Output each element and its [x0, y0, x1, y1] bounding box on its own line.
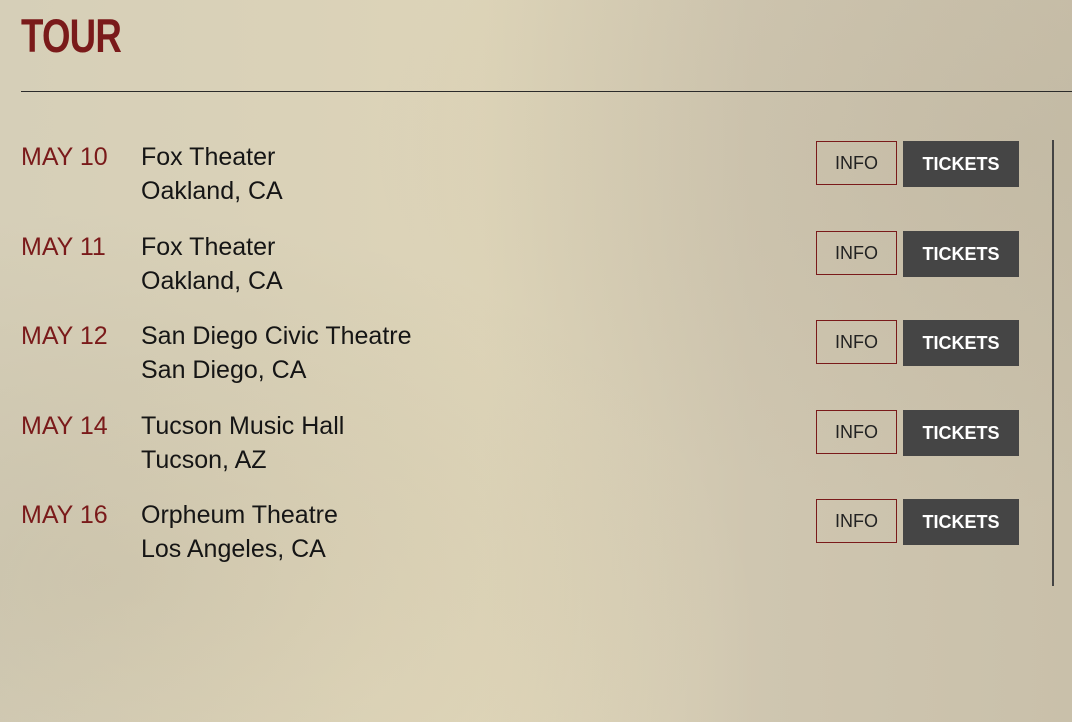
info-button[interactable]: INFO [816, 141, 897, 185]
tour-event: MAY 16 Orpheum Theatre Los Angeles, CA I… [0, 499, 1040, 591]
event-date: MAY 14 [21, 412, 108, 440]
event-date: MAY 16 [21, 501, 108, 529]
event-date: MAY 10 [21, 143, 108, 171]
title-divider [21, 91, 1072, 92]
event-date: MAY 11 [21, 233, 106, 261]
event-venue: Tucson Music Hall [141, 412, 345, 440]
tickets-button[interactable]: TICKETS [903, 410, 1019, 456]
tour-event: MAY 10 Fox Theater Oakland, CA INFO TICK… [0, 141, 1040, 233]
tickets-button[interactable]: TICKETS [903, 231, 1019, 277]
tickets-button[interactable]: TICKETS [903, 499, 1019, 545]
info-button[interactable]: INFO [816, 231, 897, 275]
info-button[interactable]: INFO [816, 320, 897, 364]
info-button[interactable]: INFO [816, 499, 897, 543]
tour-event: MAY 11 Fox Theater Oakland, CA INFO TICK… [0, 231, 1040, 323]
event-venue: Fox Theater [141, 143, 276, 171]
event-city: Oakland, CA [141, 267, 283, 295]
event-city: San Diego, CA [141, 356, 307, 384]
tickets-button[interactable]: TICKETS [903, 320, 1019, 366]
event-venue: Orpheum Theatre [141, 501, 338, 529]
tour-event: MAY 12 San Diego Civic Theatre San Diego… [0, 320, 1040, 412]
event-venue: San Diego Civic Theatre [141, 322, 412, 350]
event-city: Los Angeles, CA [141, 535, 326, 563]
event-city: Tucson, AZ [141, 446, 267, 474]
event-city: Oakland, CA [141, 177, 283, 205]
info-button[interactable]: INFO [816, 410, 897, 454]
tickets-button[interactable]: TICKETS [903, 141, 1019, 187]
scroll-track[interactable] [1052, 140, 1054, 586]
event-venue: Fox Theater [141, 233, 276, 261]
tour-event: MAY 14 Tucson Music Hall Tucson, AZ INFO… [0, 410, 1040, 502]
event-date: MAY 12 [21, 322, 108, 350]
page-title: TOUR [21, 9, 122, 62]
